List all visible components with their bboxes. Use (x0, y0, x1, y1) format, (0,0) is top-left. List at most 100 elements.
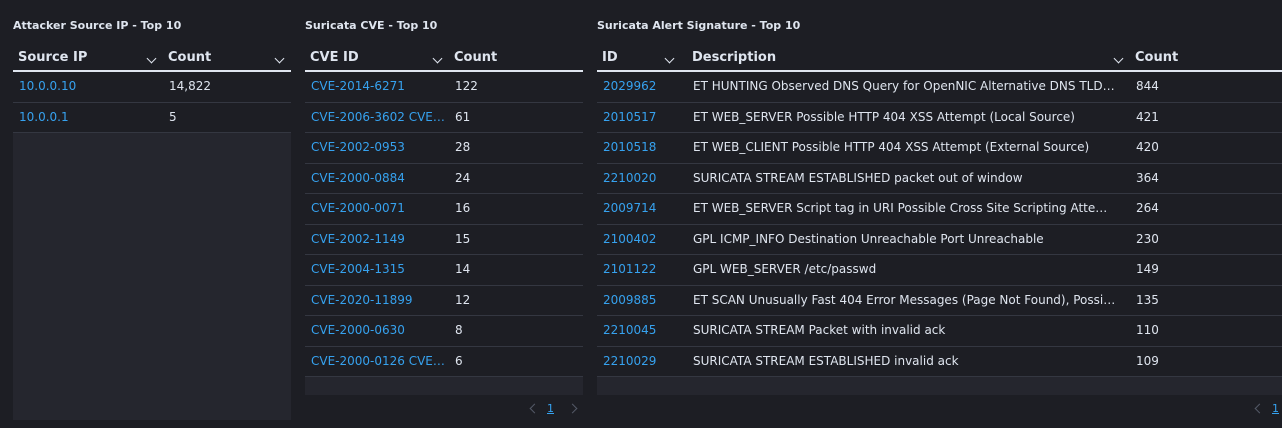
count-value: 364 (1136, 170, 1159, 185)
signature-description: ET WEB_CLIENT Possible HTTP 404 XSS Atte… (693, 140, 1090, 154)
table-row: CVE-2020-11899 12 (305, 286, 583, 316)
source-ip-panel: Attacker Source IP - Top 10 Source IP Co… (13, 0, 291, 428)
signature-id-link[interactable]: 2210029 (603, 347, 683, 376)
table-row: 2210020 SURICATA STREAM ESTABLISHED packe… (597, 164, 1282, 194)
column-header-cve-id[interactable]: CVE ID (310, 43, 359, 70)
chevron-down-icon[interactable] (146, 53, 157, 64)
chevron-left-icon[interactable] (1254, 403, 1265, 414)
signature-id-link[interactable]: 2101122 (603, 255, 683, 284)
table-row: 2210029 SURICATA STREAM ESTABLISHED inval… (597, 347, 1282, 377)
column-label: Count (1135, 50, 1179, 65)
count-value: 24 (455, 170, 471, 185)
table-row: 2101122 GPL WEB_SERVER /etc/passwd 149 (597, 255, 1282, 286)
table-body: 10.0.0.10 14,822 10.0.0.1 5 (13, 72, 291, 133)
table-row: 2100402 GPL ICMP_INFO Destination Unreach… (597, 225, 1282, 255)
cve-id-link[interactable]: CVE-2002-0953 (311, 133, 447, 162)
table-body: 2029962 ET HUNTING Observed DNS Query for… (597, 72, 1282, 377)
signature-description: ET WEB_SERVER Script tag in URI Possible… (693, 201, 1117, 215)
column-label: Count (454, 50, 498, 65)
signature-table: ID Description Count 2029962 ET HUNTING O… (597, 43, 1282, 377)
pagination: 1 (525, 400, 583, 420)
count-value: 122 (455, 79, 478, 93)
count-value: 110 (1136, 323, 1159, 337)
count-value: 420 (1136, 140, 1159, 154)
signature-id-link[interactable]: 2009885 (603, 286, 683, 315)
signature-id-link[interactable]: 2029962 (603, 72, 683, 101)
cve-id-link[interactable]: CVE-2014-6271 (311, 72, 447, 101)
signature-id-link[interactable]: 2210045 (603, 316, 683, 345)
chevron-down-icon[interactable] (432, 53, 443, 64)
column-label: Count (168, 50, 212, 65)
cve-id-link[interactable]: CVE-2002-1149 (311, 225, 447, 254)
count-value: 264 (1136, 201, 1159, 215)
chevron-down-icon[interactable] (274, 53, 285, 64)
table-header: CVE ID Count (305, 43, 583, 72)
signature-id-link[interactable]: 2010518 (603, 133, 683, 162)
count-value: 230 (1136, 231, 1159, 246)
cve-id-link[interactable]: CVE-2000-0071 (311, 194, 447, 223)
cve-id-link[interactable]: CVE-2004-1315 (311, 255, 447, 284)
table-row: CVE-2000-0071 16 (305, 194, 583, 225)
signature-id-link[interactable]: 2009714 (603, 194, 683, 223)
column-header-id[interactable]: ID (602, 43, 618, 70)
source-ip-table: Source IP Count 10.0.0.10 14,822 10.0.0.… (13, 43, 291, 133)
empty-table-area (305, 377, 583, 395)
column-header-count[interactable]: Count (168, 43, 211, 70)
page-number-link[interactable]: 1 (547, 402, 554, 415)
count-value: 12 (455, 292, 471, 307)
count-value: 28 (455, 140, 471, 154)
table-header: Source IP Count (13, 43, 291, 72)
signature-id-link[interactable]: 2210020 (603, 164, 683, 193)
column-label: ID (602, 50, 618, 65)
pagination: 1 (1252, 400, 1282, 420)
table-row: CVE-2000-0884 24 (305, 164, 583, 194)
table-row: 10.0.0.1 5 (13, 103, 291, 133)
chevron-left-icon[interactable] (529, 403, 540, 414)
count-value: 8 (455, 323, 463, 337)
source-ip-link[interactable]: 10.0.0.10 (19, 72, 159, 101)
signature-description: GPL ICMP_INFO Destination Unreachable Po… (693, 231, 1044, 246)
count-value: 844 (1136, 79, 1159, 93)
table-row: 2010517 ET WEB_SERVER Possible HTTP 404 X… (597, 103, 1282, 133)
table-row: 2010518 ET WEB_CLIENT Possible HTTP 404 X… (597, 133, 1282, 164)
cve-id-link[interactable]: CVE-2000-0126 CVE-2000-0127 (311, 347, 447, 376)
signature-panel: Suricata Alert Signature - Top 10 ID Des… (597, 0, 1282, 428)
table-body: CVE-2014-6271 122 CVE-2006-3602 CVE-2006-4… (305, 72, 583, 377)
cve-id-link[interactable]: CVE-2020-11899 (311, 286, 447, 315)
chevron-down-icon[interactable] (1113, 53, 1124, 64)
column-header-count[interactable]: Count (1135, 43, 1178, 70)
count-value: 149 (1136, 262, 1159, 276)
count-value: 5 (169, 109, 177, 124)
signature-description: ET HUNTING Observed DNS Query for OpenNI… (693, 79, 1117, 93)
panel-title: Suricata Alert Signature - Top 10 (597, 19, 801, 32)
count-value: 421 (1136, 109, 1159, 124)
page-number-link[interactable]: 1 (1272, 402, 1279, 415)
signature-description: GPL WEB_SERVER /etc/passwd (693, 262, 877, 276)
chevron-right-icon[interactable] (567, 403, 578, 414)
table-row: CVE-2002-0953 28 (305, 133, 583, 164)
table-row: CVE-2004-1315 14 (305, 255, 583, 286)
table-row: CVE-2000-0630 8 (305, 316, 583, 347)
empty-table-area (13, 133, 291, 420)
panel-title: Suricata CVE - Top 10 (305, 19, 438, 32)
signature-description: ET SCAN Unusually Fast 404 Error Message… (693, 292, 1117, 307)
cve-id-link[interactable]: CVE-2000-0630 (311, 316, 447, 345)
table-row: 2210045 SURICATA STREAM Packet with inval… (597, 316, 1282, 347)
column-header-description[interactable]: Description (692, 43, 776, 70)
source-ip-link[interactable]: 10.0.0.1 (19, 103, 159, 132)
signature-id-link[interactable]: 2010517 (603, 103, 683, 132)
chevron-down-icon[interactable] (664, 53, 675, 64)
column-label: Description (692, 50, 777, 65)
cve-id-link[interactable]: CVE-2006-3602 CVE-2006-4458 CVE-2006-454… (311, 103, 447, 132)
signature-id-link[interactable]: 2100402 (603, 225, 683, 254)
table-row: 10.0.0.10 14,822 (13, 72, 291, 103)
table-row: CVE-2006-3602 CVE-2006-4458 CVE-2006-454… (305, 103, 583, 133)
cve-panel: Suricata CVE - Top 10 CVE ID Count CVE-2… (305, 0, 583, 428)
column-header-count[interactable]: Count (454, 43, 497, 70)
table-header: ID Description Count (597, 43, 1282, 72)
column-header-source-ip[interactable]: Source IP (18, 43, 87, 70)
cve-table: CVE ID Count CVE-2014-6271 122 CVE-2006-36… (305, 43, 583, 377)
column-label: Source IP (18, 50, 88, 65)
cve-id-link[interactable]: CVE-2000-0884 (311, 164, 447, 193)
panel-title: Attacker Source IP - Top 10 (13, 19, 182, 32)
